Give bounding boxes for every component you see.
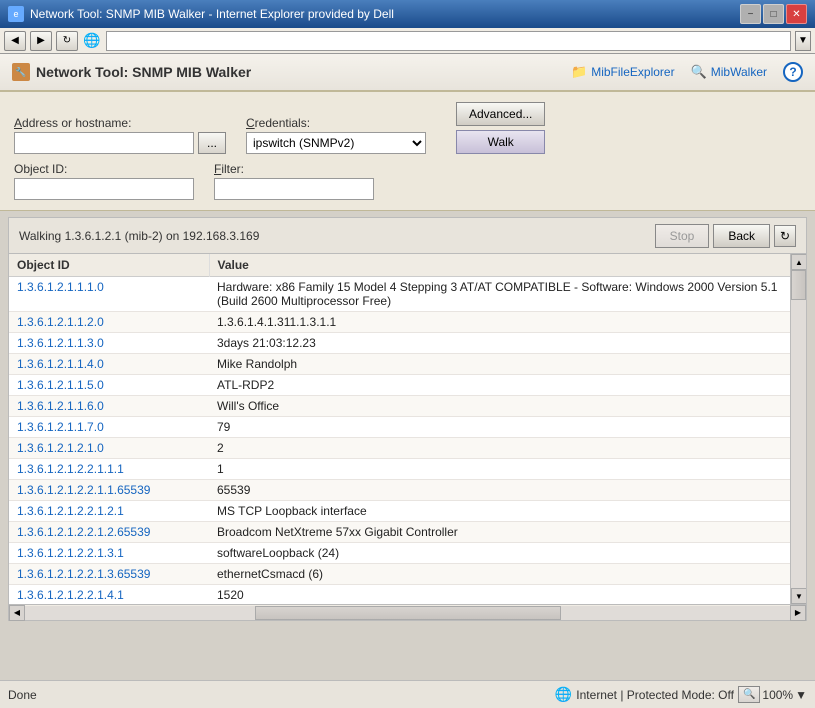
mibfileexplorer-label: MibFileExplorer (591, 65, 674, 79)
v-scroll-thumb[interactable] (791, 270, 806, 300)
refresh-nav-button[interactable]: ↻ (56, 31, 78, 51)
table-row: 1.3.6.1.2.1.1.5.0ATL-RDP2 (9, 375, 806, 396)
v-scroll-track[interactable] (791, 270, 806, 588)
mibwalker-link[interactable]: 🔍 MibWalker (691, 64, 767, 80)
close-button[interactable]: ✕ (786, 4, 807, 24)
table-row: 1.3.6.1.2.1.2.2.1.1.6553965539 (9, 480, 806, 501)
back-nav-button[interactable]: ◀ (4, 31, 26, 51)
advanced-button[interactable]: Advanced... (456, 102, 545, 126)
status-bar: Done 🌐 Internet | Protected Mode: Off 🔍 … (0, 680, 815, 708)
filter-input[interactable] (214, 178, 374, 200)
table-row: 1.3.6.1.2.1.2.2.1.3.65539ethernetCsmacd … (9, 564, 806, 585)
credentials-select[interactable]: ipswitch (SNMPv2) (246, 132, 426, 154)
title-bar: e Network Tool: SNMP MIB Walker - Intern… (0, 0, 815, 28)
table-row: 1.3.6.1.2.1.1.4.0Mike Randolph (9, 354, 806, 375)
h-scroll-thumb[interactable] (255, 606, 561, 620)
mibfileexplorer-icon: 📁 (571, 64, 587, 80)
vertical-scrollbar[interactable]: ▲ ▼ (790, 254, 806, 604)
status-globe-icon: 🌐 (555, 686, 572, 703)
col-objectid: Object ID (9, 254, 209, 277)
results-table-container[interactable]: Object ID Value 1.3.6.1.2.1.1.1.0Hardwar… (9, 254, 806, 604)
globe-icon: 🌐 (82, 31, 102, 51)
zoom-dropdown-icon[interactable]: ▼ (795, 688, 807, 702)
status-right: 🌐 Internet | Protected Mode: Off 🔍 100% … (555, 686, 807, 703)
mibfileexplorer-link[interactable]: 📁 MibFileExplorer (571, 64, 675, 80)
address-input[interactable]: 192.168.3.169 (14, 132, 194, 154)
address-dropdown-button[interactable]: ▼ (795, 31, 811, 51)
zone-text: Internet | Protected Mode: Off (576, 688, 734, 702)
address-label: Address or hostname: (14, 116, 226, 130)
table-row: 1.3.6.1.2.1.1.1.0Hardware: x86 Family 15… (9, 277, 806, 312)
action-buttons: Advanced... Walk (456, 102, 545, 154)
table-row: 1.3.6.1.2.1.2.1.02 (9, 438, 806, 459)
mibwalker-icon: 🔍 (691, 64, 707, 80)
refresh-icon[interactable]: ↻ (774, 225, 796, 247)
table-row: 1.3.6.1.2.1.1.3.03days 21:03:12.23 (9, 333, 806, 354)
table-row: 1.3.6.1.2.1.2.2.1.2.1MS TCP Loopback int… (9, 501, 806, 522)
header-links: 📁 MibFileExplorer 🔍 MibWalker ? (571, 62, 803, 82)
table-row: 1.3.6.1.2.1.1.2.01.3.6.1.4.1.311.1.3.1.1 (9, 312, 806, 333)
h-scroll-right-arrow[interactable]: ▶ (790, 605, 806, 621)
tool-title-text: Network Tool: SNMP MIB Walker (36, 64, 251, 80)
help-button[interactable]: ? (783, 62, 803, 82)
zoom-control[interactable]: 🔍 100% ▼ (738, 686, 807, 703)
table-row: 1.3.6.1.2.1.1.7.079 (9, 417, 806, 438)
mibwalker-label: MibWalker (711, 65, 767, 79)
back-button[interactable]: Back (713, 224, 770, 248)
table-row: 1.3.6.1.2.1.1.6.0Will's Office (9, 396, 806, 417)
table-row: 1.3.6.1.2.1.2.2.1.2.65539Broadcom NetXtr… (9, 522, 806, 543)
objectid-input[interactable]: 1.3.6.1.2.1 (14, 178, 194, 200)
v-scroll-down-arrow[interactable]: ▼ (791, 588, 806, 604)
form-area: Address or hostname: 192.168.3.169 ... C… (0, 92, 815, 211)
table-row: 1.3.6.1.2.1.2.2.1.4.11520 (9, 585, 806, 605)
maximize-button[interactable]: □ (763, 4, 784, 24)
tool-icon: 🔧 (12, 63, 30, 81)
zoom-level: 100% (762, 688, 793, 702)
address-input[interactable]: http://192.168.3.217/NmConsole/CoreNm/To… (106, 31, 791, 51)
table-row: 1.3.6.1.2.1.2.2.1.3.1softwareLoopback (2… (9, 543, 806, 564)
h-scroll-track[interactable] (25, 606, 790, 620)
walking-text: Walking 1.3.6.1.2.1 (mib-2) on 192.168.3… (19, 229, 259, 243)
address-bar: ◀ ▶ ↻ 🌐 http://192.168.3.217/NmConsole/C… (0, 28, 815, 54)
app-icon: e (8, 6, 24, 22)
results-wrapper: Walking 1.3.6.1.2.1 (mib-2) on 192.168.3… (8, 217, 807, 621)
status-text: Done (8, 688, 37, 702)
address-browse-button[interactable]: ... (198, 132, 226, 154)
walk-button[interactable]: Walk (456, 130, 545, 154)
v-scroll-up-arrow[interactable]: ▲ (791, 254, 806, 270)
table-row: 1.3.6.1.2.1.2.2.1.1.11 (9, 459, 806, 480)
col-value: Value (209, 254, 806, 277)
stop-button[interactable]: Stop (655, 224, 710, 248)
window-title: Network Tool: SNMP MIB Walker - Internet… (30, 7, 394, 21)
objectid-label: Object ID: (14, 162, 194, 176)
h-scroll-left-arrow[interactable]: ◀ (9, 605, 25, 621)
credentials-label: Credentials: (246, 116, 426, 130)
window-controls: − □ ✕ (740, 4, 807, 24)
zoom-button[interactable]: 🔍 (738, 686, 760, 703)
minimize-button[interactable]: − (740, 4, 761, 24)
filter-label: Filter: (214, 162, 374, 176)
horizontal-scrollbar[interactable]: ◀ ▶ (9, 604, 806, 620)
forward-nav-button[interactable]: ▶ (30, 31, 52, 51)
header-actions: Stop Back ↻ (655, 224, 796, 248)
results-header: Walking 1.3.6.1.2.1 (mib-2) on 192.168.3… (9, 218, 806, 254)
results-table: Object ID Value 1.3.6.1.2.1.1.1.0Hardwar… (9, 254, 806, 604)
tool-header: 🔧 Network Tool: SNMP MIB Walker 📁 MibFil… (0, 54, 815, 92)
